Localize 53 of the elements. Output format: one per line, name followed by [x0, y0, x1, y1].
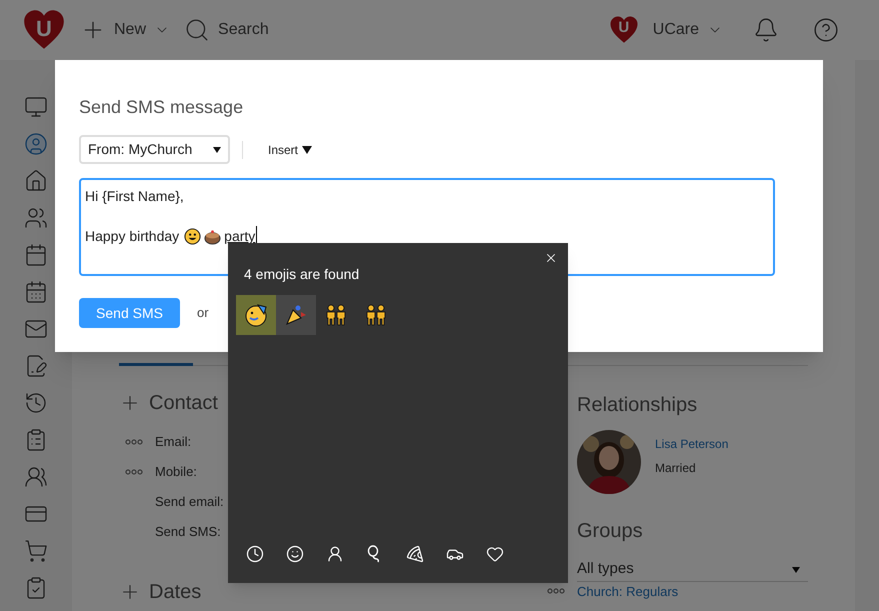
people-icon: [324, 303, 348, 327]
history-icon[interactable]: [24, 391, 48, 415]
logo[interactable]: U: [608, 15, 639, 45]
field-label: Send SMS:: [155, 523, 221, 542]
field-label: Email:: [155, 433, 192, 452]
caret-icon: [213, 146, 221, 152]
relationships-heading: Relationships: [577, 393, 698, 418]
more-icon[interactable]: [125, 469, 143, 475]
user-icon[interactable]: [24, 132, 48, 156]
clock-icon[interactable]: [246, 545, 264, 563]
field-label: Send email:: [155, 493, 224, 512]
heart-icon[interactable]: [486, 545, 504, 563]
home-icon[interactable]: [24, 169, 48, 193]
party-face-icon: [244, 303, 268, 327]
cart-icon[interactable]: [24, 539, 48, 563]
group-type-select[interactable]: All types: [577, 558, 808, 582]
calendar-day-icon[interactable]: [24, 280, 48, 304]
groups-heading: Groups: [577, 519, 644, 544]
smiley-icon[interactable]: [286, 545, 304, 563]
more-icon[interactable]: [125, 439, 143, 445]
help-icon[interactable]: [813, 17, 839, 43]
relationship-link[interactable]: Lisa Peterson: [655, 435, 728, 453]
notifications-icon[interactable]: [753, 17, 779, 43]
smiley-icon: [184, 228, 202, 244]
new-button[interactable]: New: [80, 17, 170, 43]
field-label: Mobile:: [155, 463, 197, 482]
sender-select[interactable]: From: MyChurch: [79, 135, 230, 164]
more-icon[interactable]: [547, 588, 565, 594]
person-icon[interactable]: [326, 545, 344, 563]
search-icon: [184, 17, 210, 43]
monitor-icon[interactable]: [24, 95, 48, 119]
pizza-icon[interactable]: [406, 545, 424, 563]
group-icon[interactable]: [24, 465, 48, 489]
caret-icon: [302, 146, 312, 154]
message-line: Hi {First Name},: [85, 187, 184, 206]
account-menu[interactable]: UCare: [652, 18, 723, 42]
relationship-status: Married: [655, 460, 697, 477]
emoji-result[interactable]: [276, 295, 316, 335]
cake-icon: [204, 228, 222, 244]
message-line: Happy birthday: [85, 227, 180, 246]
dialog-title: Send SMS message: [79, 96, 244, 119]
close-icon[interactable]: [544, 251, 558, 265]
search-button[interactable]: Search: [184, 17, 269, 43]
insert-button[interactable]: Insert: [268, 140, 312, 158]
party-popper-icon: [284, 303, 308, 327]
calendar-icon[interactable]: [24, 243, 48, 267]
or-text: or: [197, 304, 209, 322]
people-icon[interactable]: [24, 206, 48, 230]
send-sms-button[interactable]: Send SMS: [79, 298, 180, 328]
people-icon: [364, 303, 388, 327]
group-link[interactable]: Church: Regulars: [577, 584, 678, 599]
caret-icon: [792, 566, 800, 572]
emoji-result[interactable]: [236, 295, 276, 335]
